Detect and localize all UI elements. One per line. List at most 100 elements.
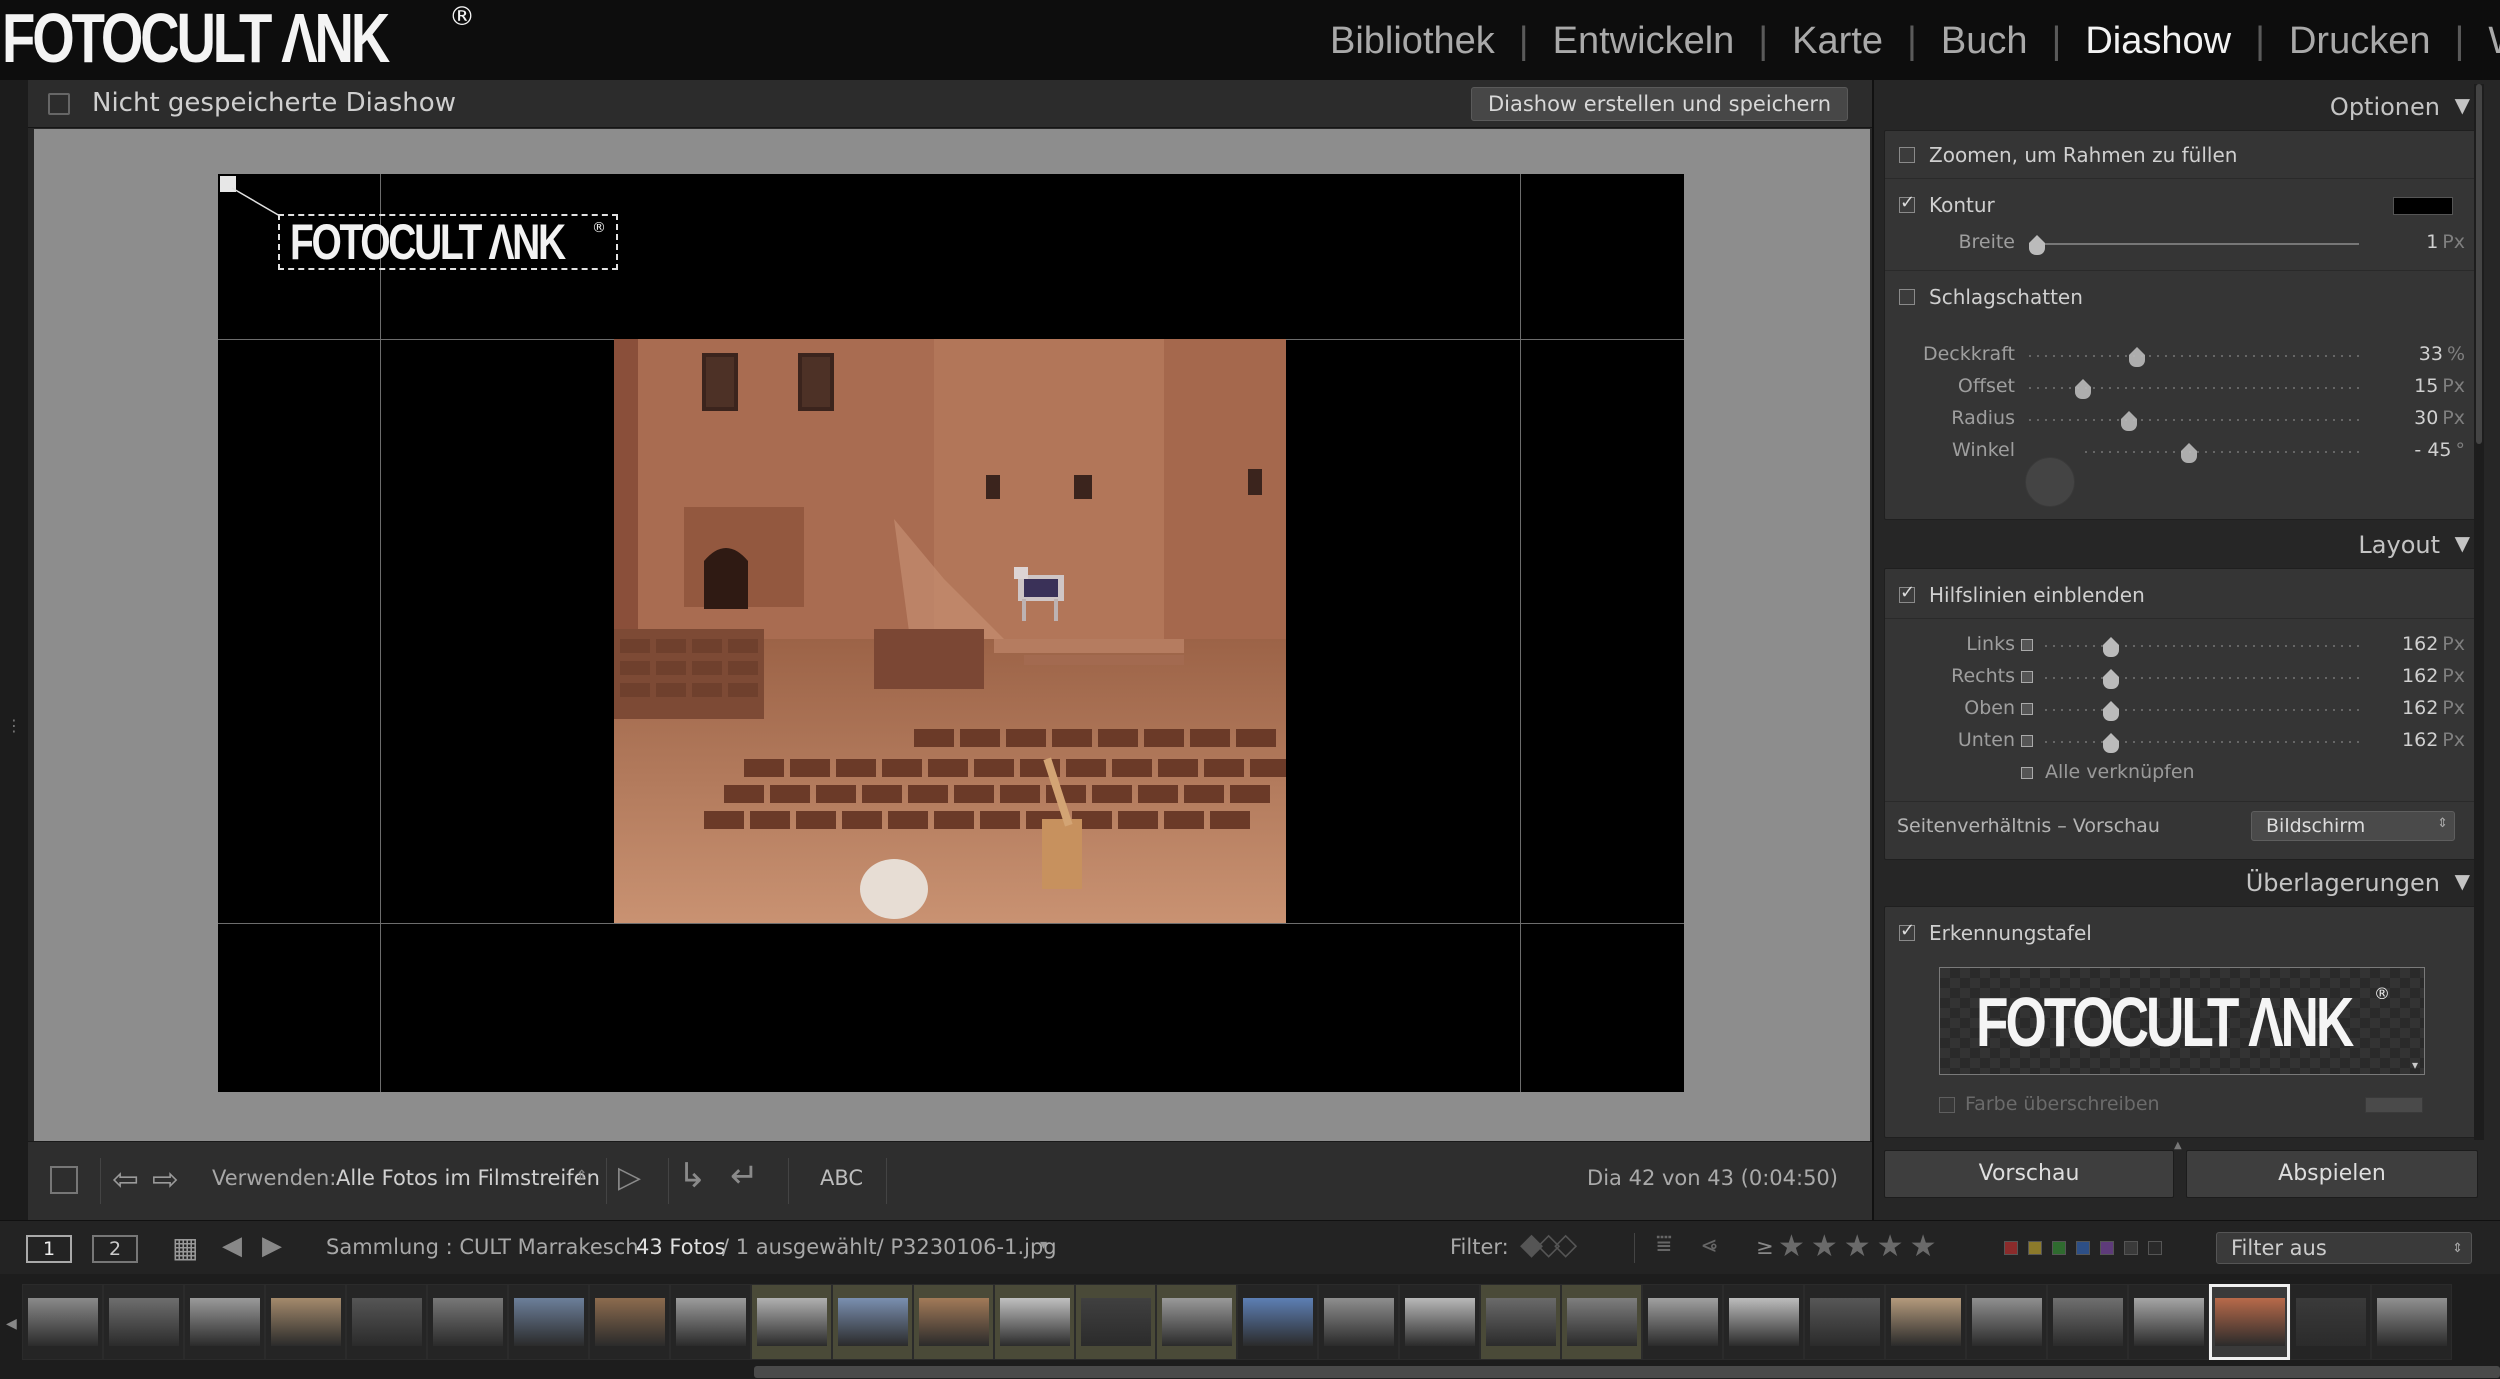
collapse-triangle-icon[interactable]: ▼ bbox=[2455, 869, 2470, 893]
rotate-left-icon[interactable]: ↳ bbox=[678, 1156, 707, 1196]
border-color-swatch[interactable] bbox=[2393, 197, 2453, 215]
stop-button[interactable] bbox=[50, 1166, 78, 1194]
rating-filter-stars[interactable]: ★★★★★ bbox=[1778, 1229, 1942, 1264]
filmstrip-thumbnail[interactable] bbox=[265, 1284, 346, 1360]
drop-shadow-checkbox[interactable] bbox=[1899, 289, 1915, 305]
module-drucken[interactable]: Drucken bbox=[2265, 20, 2455, 63]
radius-slider-knob[interactable] bbox=[2121, 411, 2137, 431]
color-filter-yellow[interactable] bbox=[2028, 1241, 2042, 1255]
color-filter-purple[interactable] bbox=[2100, 1241, 2114, 1255]
filmstrip-left-arrow-icon[interactable]: ◀ bbox=[6, 1316, 17, 1332]
filmstrip-thumbnail[interactable] bbox=[1399, 1284, 1480, 1360]
use-source-chevron-icon[interactable]: ⇕ bbox=[576, 1168, 588, 1184]
guide-top-slider-knob[interactable] bbox=[2103, 701, 2119, 721]
filmstrip-thumbnail[interactable] bbox=[346, 1284, 427, 1360]
offset-value[interactable]: 15 Px bbox=[2365, 375, 2465, 397]
offset-slider-knob[interactable] bbox=[2075, 379, 2091, 399]
identity-plate-checkbox[interactable] bbox=[1899, 920, 1915, 941]
angle-value[interactable]: - 45 ° bbox=[2365, 439, 2465, 461]
play-preview-icon[interactable]: ▷ bbox=[618, 1160, 641, 1195]
filmstrip-thumbnail[interactable] bbox=[2290, 1284, 2371, 1360]
guide-left[interactable] bbox=[380, 174, 381, 1092]
guide-right-slider-knob[interactable] bbox=[2103, 669, 2119, 689]
overlays-section-header[interactable]: Überlagerungen ▼ bbox=[1874, 860, 2486, 906]
rotate-right-icon[interactable]: ↵ bbox=[730, 1156, 759, 1196]
use-source-select[interactable]: Alle Fotos im Filmstreifen bbox=[336, 1166, 600, 1190]
add-text-button[interactable]: ABC bbox=[820, 1166, 863, 1190]
selection-info[interactable]: / 1 ausgewählt/ P3230106-1.jpg bbox=[722, 1235, 1057, 1259]
filmstrip-scrollbar[interactable] bbox=[754, 1366, 2500, 1378]
color-filter-green[interactable] bbox=[2052, 1241, 2066, 1255]
filmstrip-thumbnail[interactable] bbox=[751, 1284, 832, 1360]
forward-arrow-icon[interactable]: ▶ bbox=[262, 1231, 282, 1261]
angle-slider-knob[interactable] bbox=[2181, 443, 2197, 463]
rating-operator[interactable]: ≥ bbox=[1756, 1235, 1774, 1259]
next-slide-icon[interactable]: ⇨ bbox=[152, 1160, 179, 1198]
expand-left-panel-icon[interactable]: ⋮ bbox=[6, 716, 22, 736]
flag-filter-icons[interactable]: ◆◇◇ bbox=[1520, 1227, 1577, 1262]
filmstrip-thumbnail[interactable] bbox=[1804, 1284, 1885, 1360]
guide-right[interactable] bbox=[1520, 174, 1521, 1092]
play-button[interactable]: Abspielen bbox=[2186, 1150, 2478, 1198]
back-arrow-icon[interactable]: ◀ bbox=[222, 1231, 242, 1261]
source-menu-chevron-icon[interactable]: ▾ bbox=[1040, 1237, 1047, 1253]
filmstrip-thumbnail[interactable] bbox=[670, 1284, 751, 1360]
opacity-slider-track[interactable] bbox=[2029, 355, 2359, 357]
filmstrip-thumbnail[interactable] bbox=[1561, 1284, 1642, 1360]
width-value[interactable]: 1 Px bbox=[2373, 231, 2465, 253]
color-filter-blue[interactable] bbox=[2076, 1241, 2090, 1255]
panel-scrollbar-track[interactable] bbox=[2474, 84, 2484, 1140]
module-karte[interactable]: Karte bbox=[1768, 20, 1907, 63]
module-entwickeln[interactable]: Entwickeln bbox=[1529, 20, 1759, 63]
override-color-swatch[interactable] bbox=[2365, 1097, 2423, 1113]
filmstrip-thumbnail[interactable] bbox=[1480, 1284, 1561, 1360]
panel-scrollbar-thumb[interactable] bbox=[2476, 84, 2482, 444]
border-checkbox[interactable] bbox=[1899, 192, 1915, 213]
show-guides-checkbox[interactable] bbox=[1899, 582, 1915, 603]
guide-left-value[interactable]: 162 Px bbox=[2365, 633, 2465, 655]
module-diashow[interactable]: Diashow bbox=[2061, 20, 2255, 63]
guide-left-slider-track[interactable] bbox=[2045, 645, 2359, 647]
module-bibliothek[interactable]: Bibliothek bbox=[1306, 20, 1519, 63]
identity-plate-preview[interactable]: FOTOCULT ΛΝΚ ® ▾ bbox=[1939, 967, 2425, 1075]
previous-slide-icon[interactable]: ⇦ bbox=[112, 1160, 139, 1198]
collection-source-label[interactable]: Sammlung : CULT Marrakesch bbox=[326, 1235, 639, 1259]
collapse-triangle-icon[interactable]: ▼ bbox=[2455, 93, 2470, 117]
guide-top-value[interactable]: 162 Px bbox=[2365, 697, 2465, 719]
width-slider-track[interactable] bbox=[2035, 243, 2359, 245]
filmstrip-thumbnail[interactable] bbox=[103, 1284, 184, 1360]
guide-bottom[interactable] bbox=[218, 923, 1684, 924]
guide-right-value[interactable]: 162 Px bbox=[2365, 665, 2465, 687]
aspect-preview-select[interactable]: Bildschirm ⇕ bbox=[2251, 811, 2455, 841]
filmstrip-thumbnail[interactable] bbox=[2371, 1284, 2452, 1360]
options-section-header[interactable]: Optionen ▼ bbox=[1874, 84, 2486, 130]
color-filter-red[interactable] bbox=[2004, 1241, 2018, 1255]
create-saved-slideshow-button[interactable]: Diashow erstellen und speichern bbox=[1470, 87, 1848, 121]
guide-top-link-toggle[interactable] bbox=[2021, 703, 2033, 715]
guide-bottom-value[interactable]: 162 Px bbox=[2365, 729, 2465, 751]
override-color-checkbox[interactable] bbox=[1939, 1097, 1955, 1113]
filter-preset-select[interactable]: Filter aus ⇕ bbox=[2216, 1232, 2472, 1264]
slide-canvas[interactable]: FOTOCULT ΛΝΚ ® bbox=[218, 174, 1684, 1092]
identity-plate-on-slide[interactable]: FOTOCULT ΛΝΚ ® bbox=[278, 214, 618, 270]
layout-section-header[interactable]: Layout ▼ bbox=[1874, 522, 2486, 568]
virtual-copy-filter-icon[interactable]: ⩹ bbox=[1702, 1229, 1717, 1260]
module-buch[interactable]: Buch bbox=[1917, 20, 2052, 63]
filmstrip-thumbnail[interactable] bbox=[184, 1284, 265, 1360]
guide-left-slider-knob[interactable] bbox=[2103, 637, 2119, 657]
guide-left-link-toggle[interactable] bbox=[2021, 639, 2033, 651]
guide-right-slider-track[interactable] bbox=[2045, 677, 2359, 679]
width-slider-knob[interactable] bbox=[2029, 235, 2045, 255]
filmstrip-thumbnail[interactable] bbox=[1318, 1284, 1399, 1360]
edit-filter-icon[interactable]: ⩸ bbox=[1656, 1229, 1672, 1260]
link-all-checkbox[interactable] bbox=[2021, 767, 2033, 779]
filmstrip-thumbnail[interactable] bbox=[913, 1284, 994, 1360]
color-filter-none[interactable] bbox=[2148, 1241, 2162, 1255]
module-web[interactable]: Web bbox=[2464, 20, 2500, 63]
collapse-triangle-icon[interactable]: ▼ bbox=[2455, 531, 2470, 555]
filmstrip-thumbnail[interactable] bbox=[832, 1284, 913, 1360]
filmstrip-thumbnail[interactable] bbox=[427, 1284, 508, 1360]
guide-bottom-slider-knob[interactable] bbox=[2103, 733, 2119, 753]
filmstrip-thumbnail[interactable] bbox=[2209, 1284, 2290, 1360]
zoom-to-fill-checkbox[interactable] bbox=[1899, 147, 1915, 163]
